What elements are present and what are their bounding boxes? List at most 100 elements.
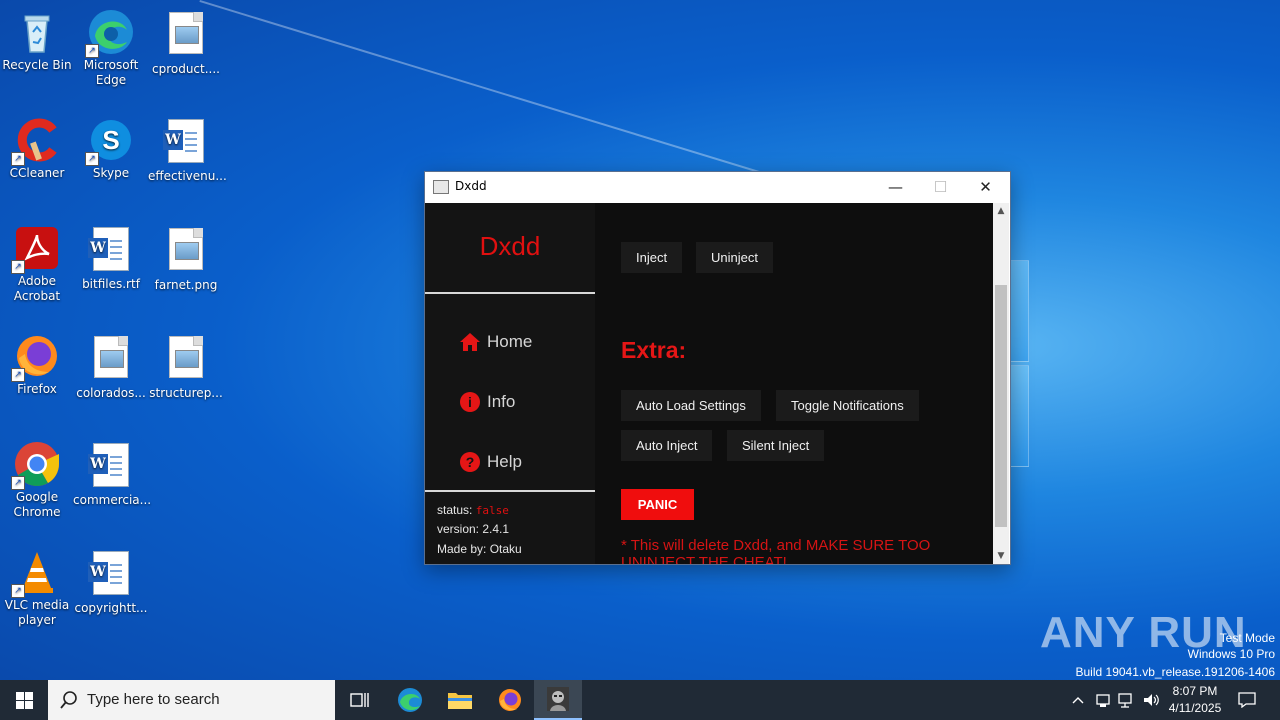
sidebar-divider: [425, 490, 595, 492]
window-title: Dxdd: [455, 179, 487, 193]
desktop-icon-microsoft-edge[interactable]: ↗ Microsoft Edge: [73, 8, 149, 88]
app-client-area: Dxdd Home i Info ? Help status: false ve…: [425, 203, 993, 564]
desktop-icon-cproduct[interactable]: cproduct....: [148, 8, 224, 77]
shortcut-arrow-icon: ↗: [11, 368, 25, 382]
shortcut-arrow-icon: ↗: [11, 260, 25, 274]
toggle-notifications-button[interactable]: Toggle Notifications: [776, 390, 919, 421]
desktop-icon-skype[interactable]: S ↗ Skype: [73, 116, 149, 181]
desktop-icon-bitfiles[interactable]: W bitfiles.rtf: [73, 224, 149, 292]
auto-load-settings-button[interactable]: Auto Load Settings: [621, 390, 761, 421]
image-file-icon: [162, 12, 210, 60]
desktop-icon-google-chrome[interactable]: ↗ Google Chrome: [0, 440, 75, 520]
shortcut-arrow-icon: ↗: [85, 44, 99, 58]
shortcut-arrow-icon: ↗: [11, 152, 25, 166]
auto-inject-button[interactable]: Auto Inject: [621, 430, 713, 461]
desktop-icon-effectivenu[interactable]: W effectivenu...: [148, 116, 227, 184]
taskbar-file-explorer-button[interactable]: [436, 680, 484, 720]
dxdd-app-icon: [547, 687, 569, 711]
vertical-scrollbar[interactable]: ▲ ▼: [993, 203, 1009, 564]
extra-heading: Extra:: [621, 337, 687, 363]
desktop-icon-ccleaner[interactable]: ↗ CCleaner: [0, 116, 75, 181]
tray-device-icon[interactable]: [1092, 680, 1114, 720]
svg-text:S: S: [102, 125, 119, 155]
desktop-icon-label: Adobe Acrobat: [13, 274, 61, 303]
help-icon: ?: [459, 451, 481, 473]
desktop-icon-adobe-acrobat[interactable]: ↗ Adobe Acrobat: [0, 224, 75, 304]
clock-date: 4/11/2025: [1168, 701, 1222, 715]
dxdd-window: Dxdd — ☐ ✕ Dxdd Home i Info ? Help statu…: [424, 171, 1011, 565]
word-file-icon: W: [87, 443, 135, 491]
desktop-icon-vlc[interactable]: ↗ VLC media player: [0, 548, 75, 628]
desktop-icon-label: Recycle Bin: [2, 58, 72, 72]
test-mode-text: Test Mode: [1219, 631, 1275, 645]
sidebar: Dxdd Home i Info ? Help status: false ve…: [425, 203, 595, 564]
desktop-icon-label: effectivenu...: [148, 169, 227, 183]
uninject-button[interactable]: Uninject: [696, 242, 773, 273]
made-by-text: Made by: Otaku: [437, 542, 522, 556]
edge-icon: ↗: [85, 8, 135, 58]
taskbar-dxdd-button[interactable]: [534, 680, 582, 720]
desktop-icon-colorados[interactable]: colorados...: [73, 332, 149, 401]
main-panel: Inject Uninject Extra: Auto Load Setting…: [595, 203, 993, 564]
silent-inject-button[interactable]: Silent Inject: [727, 430, 825, 461]
firefox-icon: [499, 689, 521, 711]
inject-button[interactable]: Inject: [621, 242, 683, 273]
desktop-icon-label: VLC media player: [4, 598, 70, 627]
taskbar-search-box[interactable]: Type here to search: [48, 680, 335, 720]
close-button[interactable]: ✕: [963, 172, 1008, 202]
maximize-button[interactable]: ☐: [918, 172, 963, 202]
nav-item-home[interactable]: Home: [459, 327, 589, 357]
sidebar-divider: [425, 292, 595, 294]
task-view-icon: [350, 693, 369, 707]
tray-overflow-chevron-icon[interactable]: [1068, 680, 1088, 720]
scroll-down-arrow-icon[interactable]: ▼: [993, 548, 1009, 564]
taskbar: Type here to search 8:07 PM 4/11/2025: [0, 680, 1280, 720]
desktop-icon-label: Firefox: [17, 382, 57, 396]
nav-item-info[interactable]: i Info: [459, 387, 589, 417]
desktop-icon-label: Microsoft Edge: [83, 58, 139, 87]
recycle-bin-icon: [13, 8, 61, 56]
panic-warning-text: * This will delete Dxdd, and MAKE SURE T…: [621, 537, 931, 564]
taskbar-edge-button[interactable]: [386, 680, 434, 720]
minimize-button[interactable]: —: [873, 172, 918, 202]
word-file-icon: W: [87, 227, 135, 275]
firefox-icon: ↗: [11, 332, 61, 382]
taskbar-firefox-button[interactable]: [486, 680, 534, 720]
windows-logo-icon: [15, 691, 33, 709]
panic-button[interactable]: PANIC: [621, 489, 694, 520]
task-view-button[interactable]: [336, 680, 384, 720]
volume-icon[interactable]: [1140, 680, 1162, 720]
desktop-icon-commercia[interactable]: W commercia...: [73, 440, 151, 508]
desktop-icon-farnet[interactable]: farnet.png: [148, 224, 224, 293]
scroll-up-arrow-icon[interactable]: ▲: [993, 203, 1009, 219]
notifications-icon[interactable]: [1234, 680, 1260, 720]
wallpaper-windows-logo: [1005, 240, 1265, 480]
desktop-icon-firefox[interactable]: ↗ Firefox: [0, 332, 75, 397]
version-text: version: 2.4.1: [437, 522, 510, 536]
desktop-icon-label: Google Chrome: [13, 490, 61, 519]
skype-icon: S ↗: [85, 116, 135, 166]
shortcut-arrow-icon: ↗: [11, 584, 25, 598]
scrollbar-thumb[interactable]: [995, 285, 1007, 527]
ccleaner-icon: ↗: [11, 116, 61, 166]
nav-item-help[interactable]: ? Help: [459, 447, 589, 477]
window-titlebar[interactable]: Dxdd — ☐ ✕: [425, 172, 1010, 202]
shortcut-arrow-icon: ↗: [85, 152, 99, 166]
desktop-icon-label: structurep...: [149, 386, 223, 400]
start-button[interactable]: [0, 680, 48, 720]
desktop-icon-label: CCleaner: [9, 166, 65, 180]
edge-icon: [398, 688, 422, 712]
taskbar-clock[interactable]: 8:07 PM 4/11/2025: [1160, 683, 1230, 717]
word-file-icon: W: [87, 551, 135, 599]
acrobat-icon: ↗: [11, 224, 61, 274]
desktop-icon-structurep[interactable]: structurep...: [148, 332, 224, 401]
nav-label: Help: [487, 452, 522, 471]
image-file-icon: [162, 336, 210, 384]
status-value: false: [475, 504, 509, 517]
network-icon[interactable]: [1116, 680, 1138, 720]
desktop-icon-copyrightt[interactable]: W copyrightt...: [73, 548, 149, 616]
desktop-icon-label: copyrightt...: [74, 601, 148, 615]
desktop-icon-recycle-bin[interactable]: Recycle Bin: [0, 8, 75, 73]
desktop-icon-label: colorados...: [76, 386, 146, 400]
vlc-icon: ↗: [11, 548, 61, 598]
